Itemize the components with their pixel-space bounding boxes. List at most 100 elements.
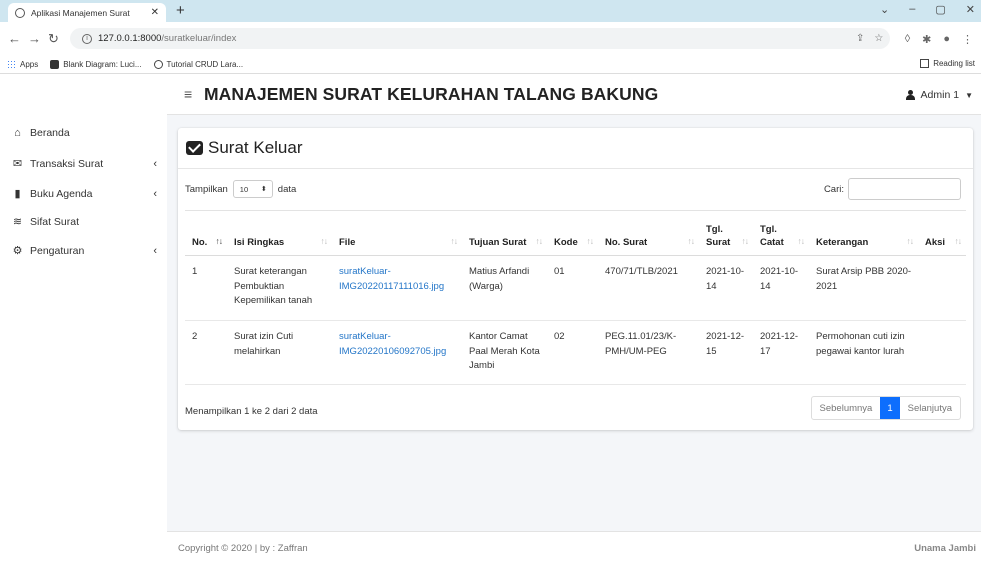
user-icon [905,90,915,100]
home-icon: ⌂ [14,127,21,139]
browser-tab[interactable]: Aplikasi Manajemen Surat ✕ [8,3,166,22]
book-icon: ▮ [14,188,21,200]
close-window-icon[interactable]: ✕ [966,3,975,16]
pagination: Sebelumnya 1 Selanjutya [810,396,961,420]
chevron-left-icon: ‹ [153,157,157,170]
tab-title: Aplikasi Manajemen Surat [31,7,130,18]
table-info: Menampilkan 1 ke 2 dari 2 data [185,406,318,417]
minimize-icon[interactable]: – [909,3,915,16]
apps-grid-icon [7,60,16,69]
tab-search-icon[interactable]: ⌄ [880,3,889,16]
bookmark-apps[interactable]: Apps [7,60,38,69]
col-header-tgl-catat[interactable]: Tgl. Catat ↑↓ [753,210,809,256]
url-path: /suratkeluar/index [161,33,237,44]
top-navbar: ≡ MANAJEMEN SURAT KELURAHAN TALANG BAKUN… [167,75,981,115]
cell-no-surat: 470/71/TLB/2021 [598,255,699,321]
cell-tgl-catat: 2021-12-17 [753,320,809,385]
hamburger-menu-icon[interactable]: ≡ [184,86,192,102]
maximize-icon[interactable]: ▢ [935,3,945,16]
footer-brand: Unama Jambi [914,543,976,554]
sort-icon: ↑↓ [535,236,543,246]
cell-tgl-surat: 2021-10-14 [699,255,753,321]
chevron-left-icon: ‹ [153,187,157,200]
surat-keluar-table: No. ↑↓ Isi Ringkas ↑↓ File ↑↓ Tujuan Surat ↑… [185,210,966,385]
select-arrows-icon: ⬍ [260,186,267,193]
page-length-select[interactable]: 10 ⬍ [232,180,273,198]
file-link[interactable]: suratKeluar-IMG20220117111016.jpg [332,255,462,321]
cell-no: 1 [185,255,227,321]
browser-tab-strip: Aplikasi Manajemen Surat ✕ + ⌄ – ▢ ✕ [0,0,981,22]
envelope-open-icon [186,141,203,155]
sort-icon: ↑↓ [320,236,328,246]
sidebar-item-pengaturan[interactable]: ⚙ Pengaturan ‹ [11,244,157,258]
search-input[interactable] [848,178,961,200]
sort-icon: ↑↓ [687,236,695,246]
cell-kode: 02 [547,320,598,385]
app-area: ⌂ Beranda ✉ Transaksi Surat ‹ ▮ Buku Age… [0,75,981,563]
profile-icon[interactable]: ● [943,33,950,46]
toolbar-icons: ◊ ✱ ● ⋮ [905,33,973,46]
sidebar-item-sifat-surat[interactable]: ≋ Sifat Surat [11,215,157,229]
site-icon [153,60,163,69]
site-info-icon[interactable]: i [82,33,92,44]
new-tab-button[interactable]: + [176,3,185,19]
sort-icon: ↑↓ [586,236,594,246]
prev-page-button[interactable]: Sebelumnya [812,397,881,419]
col-header-aksi[interactable]: Aksi ↑↓ [918,210,966,256]
cogs-icon: ⚙ [12,245,23,257]
bookmark-tutorial[interactable]: Tutorial CRUD Lara... [153,60,243,69]
sidebar-item-transaksi-surat[interactable]: ✉ Transaksi Surat ‹ [11,157,157,171]
file-link[interactable]: suratKeluar-IMG20220106092705.jpg [332,320,462,385]
table-row: 2 Surat izin Cuti melahirkan suratKeluar… [185,320,966,385]
sort-icon: ↑↓ [954,236,962,246]
cell-aksi [918,320,966,385]
bookmarks-bar: Apps Blank Diagram: Luci... Tutorial CRU… [0,56,981,74]
extensions-icon[interactable]: ✱ [922,33,931,46]
forward-icon[interactable]: → [28,32,41,46]
cell-keterangan: Surat Arsip PBB 2020-2021 [809,255,918,321]
sidebar-item-beranda[interactable]: ⌂ Beranda [11,127,157,139]
share-icon[interactable]: ⇪ [856,33,864,44]
sort-asc-icon: ↑↓ [215,236,223,246]
caret-down-icon: ▼ [965,90,973,100]
omnibox-icons: ⇪ ☆ [856,33,883,44]
app-title: MANAJEMEN SURAT KELURAHAN TALANG BAKUNG [204,84,659,104]
col-header-tujuan-surat[interactable]: Tujuan Surat ↑↓ [462,210,547,256]
sort-icon: ↑↓ [741,236,749,246]
cell-no: 2 [185,320,227,385]
back-icon[interactable]: ← [8,32,21,46]
sidebar: ⌂ Beranda ✉ Transaksi Surat ‹ ▮ Buku Age… [0,75,167,563]
menu-icon[interactable]: ⋮ [962,33,973,46]
sidebar-item-buku-agenda[interactable]: ▮ Buku Agenda ‹ [11,187,157,201]
page-length-control: Tampilkan 10 ⬍ data [185,180,296,198]
url-host: 127.0.0.1:8000 [98,33,162,44]
reading-list-button[interactable]: Reading list [920,59,975,68]
chevron-left-icon: ‹ [153,244,157,257]
user-menu[interactable]: Admin 1 ▼ [905,89,973,101]
cell-tujuan: Kantor Camat Paal Merah Kota Jambi [462,320,547,385]
shield-icon[interactable]: ◊ [905,33,910,46]
col-header-tgl-surat[interactable]: Tgl. Surat ↑↓ [699,210,753,256]
mail-bulk-icon: ✉ [12,158,23,170]
page-1-button[interactable]: 1 [880,397,900,419]
url-field[interactable]: i 127.0.0.1:8000/suratkeluar/index [70,28,890,49]
col-header-isi-ringkas[interactable]: Isi Ringkas ↑↓ [227,210,332,256]
close-tab-icon[interactable]: ✕ [151,7,159,18]
next-page-button[interactable]: Selanjutya [900,397,960,419]
table-header-row: No. ↑↓ Isi Ringkas ↑↓ File ↑↓ Tujuan Surat ↑… [185,210,966,256]
copyright-text: Copyright © 2020 | by : Zaffran [178,543,308,554]
reading-list-icon [920,59,930,68]
bookmark-star-icon[interactable]: ☆ [874,33,883,44]
table-row: 1 Surat keterangan Pembuktian Kepemilika… [185,255,966,321]
col-header-no[interactable]: No. ↑↓ [185,210,227,256]
cell-isi-ringkas: Surat keterangan Pembuktian Kepemilikan … [227,255,332,321]
reload-icon[interactable]: ↻ [48,32,59,46]
col-header-file[interactable]: File ↑↓ [332,210,462,256]
footer: Copyright © 2020 | by : Zaffran Unama Ja… [167,531,981,563]
cell-keterangan: Permohonan cuti izin pegawai kantor lura… [809,320,918,385]
col-header-keterangan[interactable]: Keterangan ↑↓ [809,210,918,256]
bookmark-lucid[interactable]: Blank Diagram: Luci... [50,60,142,69]
col-header-kode[interactable]: Kode ↑↓ [547,210,598,256]
col-header-no-surat[interactable]: No. Surat ↑↓ [598,210,699,256]
sort-icon: ↑↓ [797,236,805,246]
